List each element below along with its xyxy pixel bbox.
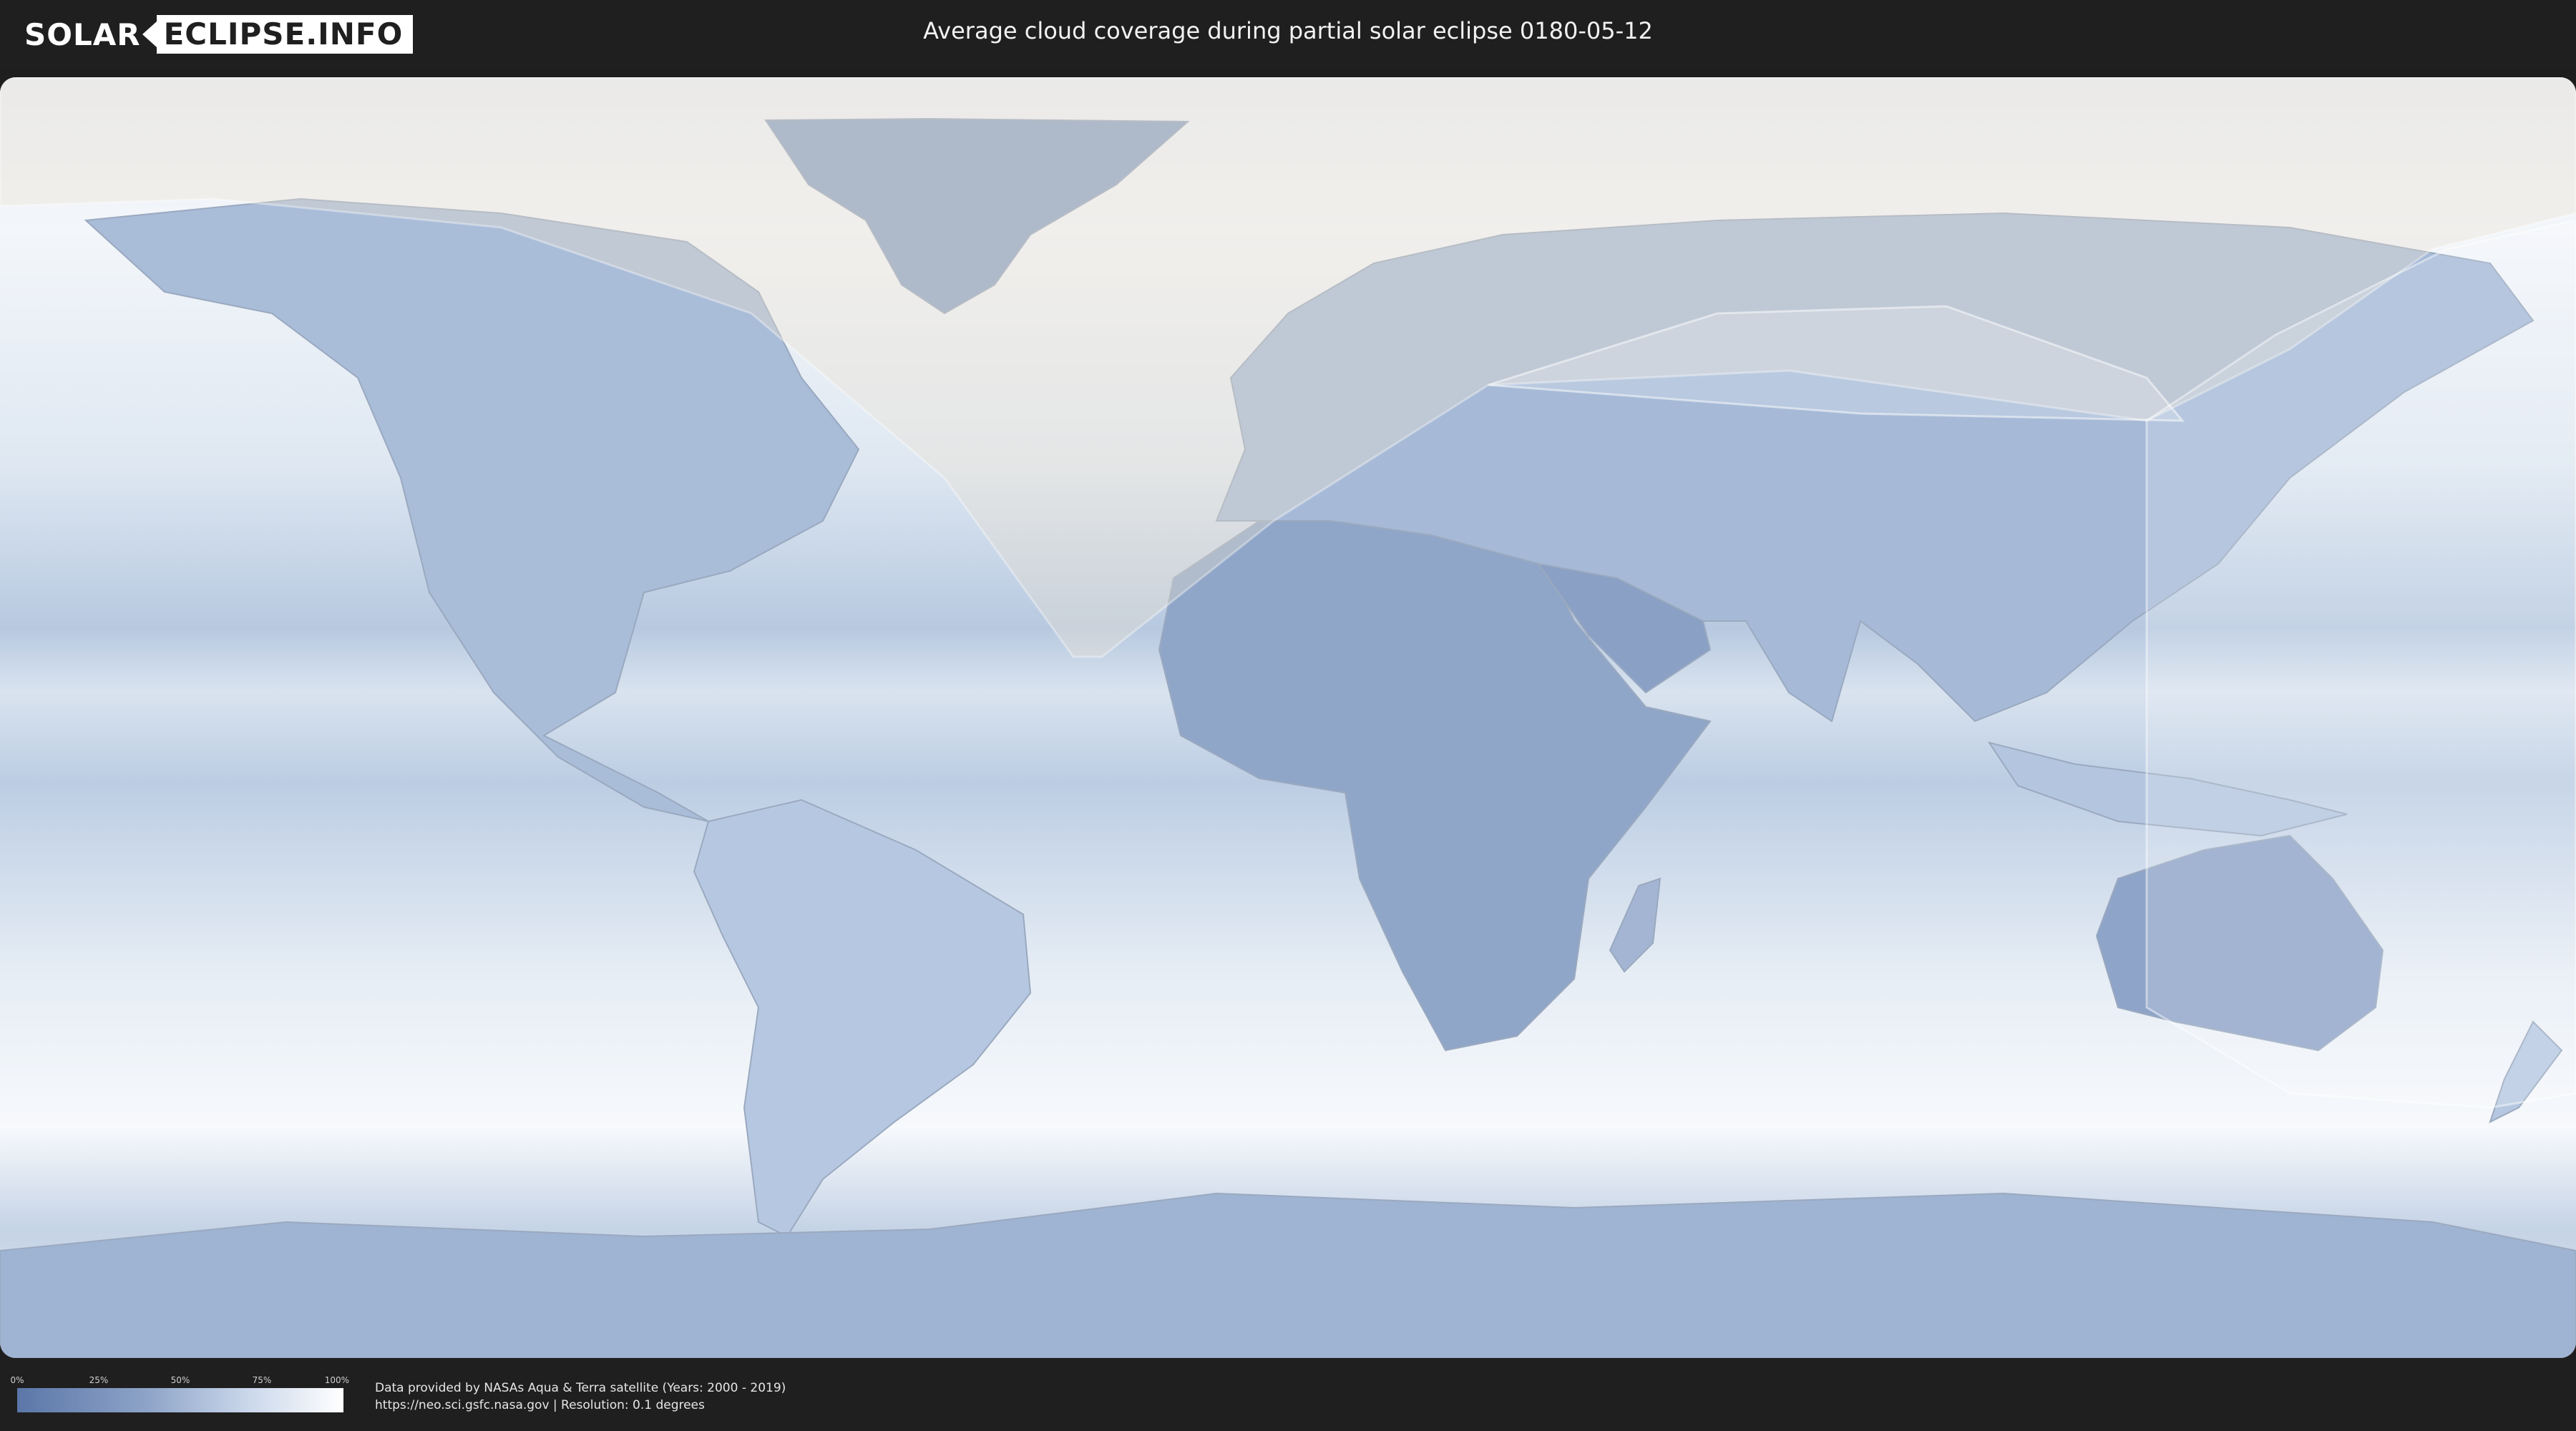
legend-tick-75: 75% <box>252 1375 272 1385</box>
legend-tick-25: 25% <box>89 1375 109 1385</box>
legend-tick-0: 0% <box>10 1375 24 1385</box>
page-title: Average cloud coverage during partial so… <box>923 17 1653 44</box>
legend-tick-50: 50% <box>170 1375 190 1385</box>
legend-gradient-bar <box>17 1388 343 1412</box>
header-bar: SOLAR ECLIPSE.INFO Average cloud coverag… <box>0 0 2576 70</box>
credits-line-source: Data provided by NASAs Aqua & Terra sate… <box>375 1381 786 1395</box>
footer-bar: 0% 25% 50% 75% 100% Data provided by NAS… <box>0 1358 2576 1431</box>
world-map-svg <box>0 77 2576 1358</box>
data-credits: Data provided by NASAs Aqua & Terra sate… <box>375 1379 786 1414</box>
cloud-coverage-map[interactable] <box>0 77 2576 1358</box>
credits-line-url: https://neo.sci.gsfc.nasa.gov | Resoluti… <box>375 1398 705 1412</box>
legend-tick-100: 100% <box>324 1375 350 1385</box>
